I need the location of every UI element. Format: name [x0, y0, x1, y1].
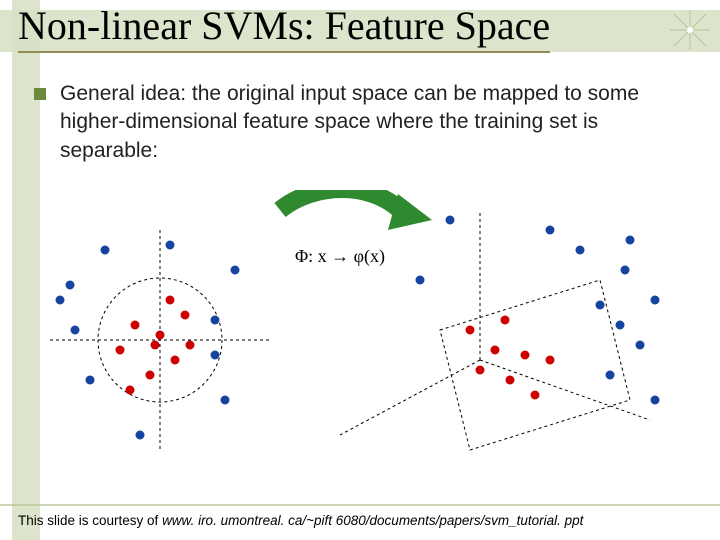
mapping-arrow-icon — [280, 190, 432, 230]
sparkle-icon — [666, 6, 714, 54]
slide: Non-linear SVMs: Feature Space General i… — [0, 0, 720, 540]
mapping-label: Φ: x → φ(x) — [295, 246, 385, 267]
bullet-square-icon — [34, 88, 46, 100]
decor-bottom-rule — [0, 504, 720, 506]
footer-credit: This slide is courtesy of www. iro. umon… — [18, 513, 583, 528]
bullet-item: General idea: the original input space c… — [34, 80, 700, 165]
slide-title: Non-linear SVMs: Feature Space — [18, 2, 550, 53]
footer-prefix: This slide is courtesy of — [18, 513, 162, 528]
footer-url: www. iro. umontreal. ca/~pift 6080/docum… — [162, 513, 583, 528]
bullet-text: General idea: the original input space c… — [60, 80, 700, 165]
feature-space-figure: Φ: x → φ(x) — [40, 190, 680, 500]
